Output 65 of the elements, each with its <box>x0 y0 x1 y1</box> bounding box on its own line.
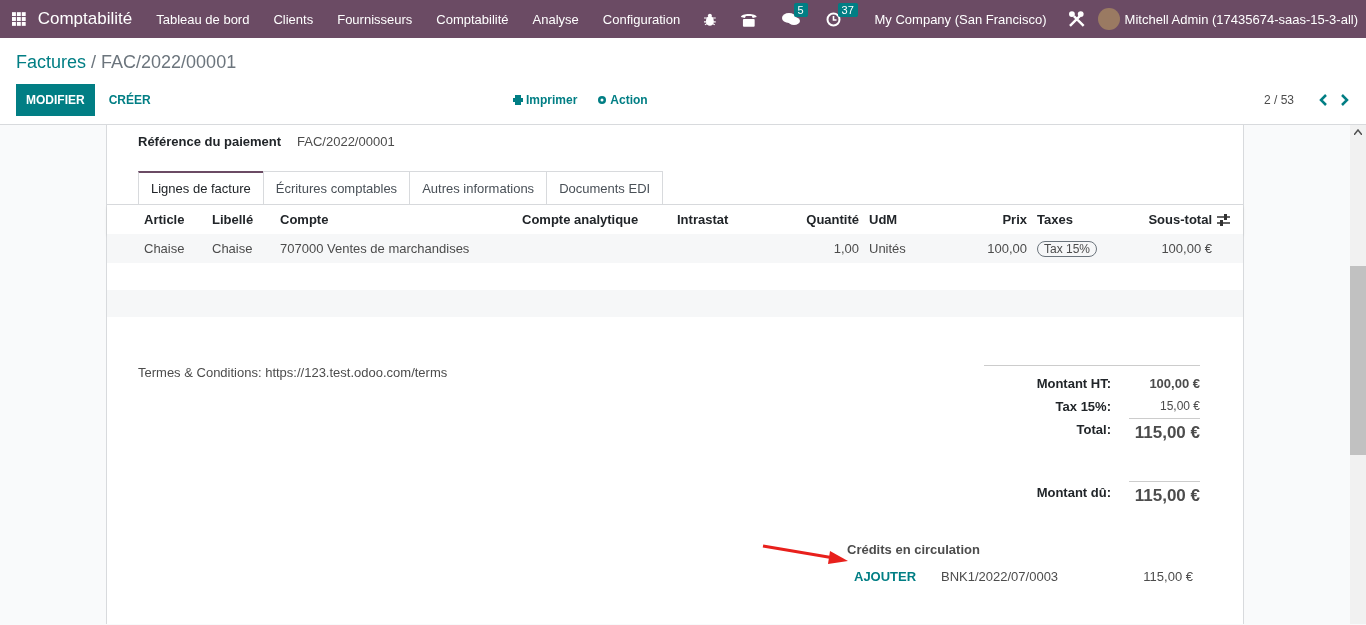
total-label: Tax 15%: <box>1054 398 1111 416</box>
edit-button[interactable]: MODIFIER <box>16 84 95 116</box>
field-label: Référence du paiement <box>138 134 282 151</box>
phone-icon[interactable] <box>739 11 758 27</box>
table-cell: Unités <box>869 241 906 256</box>
terms-text: Termes & Conditions: https://123.test.odoo.com/terms <box>138 365 449 382</box>
table-cell: 100,00 <box>987 241 1027 256</box>
previous-chevron-icon[interactable] <box>1318 94 1328 106</box>
gear-action-button[interactable]: Action <box>597 93 648 107</box>
total-amount: 100,00 € <box>1148 375 1200 393</box>
gear-icon <box>597 95 608 105</box>
user-menu[interactable]: Mitchell Admin (17435674-saas-15-3-all) <box>1124 11 1358 27</box>
column-header[interactable]: Sous-total <box>1112 205 1217 234</box>
next-chevron-icon[interactable] <box>1340 94 1350 106</box>
total-amount: 115,00 € <box>1129 418 1200 447</box>
menu-item[interactable]: Tableau de bord <box>144 11 262 27</box>
pager-counter: 2 / 53 <box>1263 93 1294 107</box>
total-amount: 15,00 € <box>1158 398 1200 415</box>
breadcrumb-link[interactable]: Factures <box>16 52 87 72</box>
breadcrumb-separator: / <box>91 52 97 72</box>
column-header[interactable]: Libellé <box>207 205 275 234</box>
column-header[interactable]: Article <box>139 205 207 234</box>
create-button[interactable]: CRÉER <box>98 84 161 116</box>
tab[interactable]: Documents EDI <box>546 171 664 204</box>
menu-item[interactable]: Configuration <box>590 11 693 27</box>
section-title: Crédits en circulation <box>847 542 981 557</box>
menu-item[interactable]: Analyse <box>520 11 591 27</box>
menu-item[interactable]: Fournisseurs <box>325 11 425 27</box>
column-header[interactable]: UdM <box>864 205 942 234</box>
column-header[interactable]: Intrastat <box>672 205 752 234</box>
column-header[interactable]: Compte analytique <box>517 205 672 234</box>
total-amount: 115,00 € <box>1129 481 1200 510</box>
scrollbar[interactable] <box>1350 125 1366 624</box>
print-action-button[interactable]: Imprimer <box>513 93 578 107</box>
menu-item[interactable]: Comptabilité <box>424 11 521 27</box>
clock-icon[interactable] <box>825 11 841 27</box>
table-cell: 100,00 € <box>1161 241 1212 256</box>
printer-icon <box>513 95 523 105</box>
menu-item[interactable]: Clients <box>261 11 326 27</box>
column-header[interactable]: Prix <box>942 205 1032 234</box>
table-cell: Chaise <box>212 241 253 256</box>
tab[interactable]: Lignes de facture <box>138 171 264 204</box>
total-label: Total: <box>1075 421 1111 439</box>
column-header[interactable]: Compte <box>275 205 517 234</box>
table-cell: 707000 Ventes de marchandises <box>280 241 470 256</box>
bug-icon[interactable] <box>704 12 716 26</box>
credit-amount: 115,00 € <box>1142 569 1193 584</box>
field-value: FAC/2022/00001 <box>297 134 395 151</box>
column-header[interactable]: Quantité <box>752 205 864 234</box>
apps-grid-icon[interactable] <box>12 12 26 26</box>
column-settings-icon[interactable] <box>1217 213 1230 226</box>
tools-icon[interactable] <box>1068 10 1087 28</box>
table-cell: Chaise <box>144 241 185 256</box>
chat-icon[interactable] <box>781 12 800 26</box>
breadcrumb-current: FAC/2022/00001 <box>101 52 237 72</box>
total-label: Montant HT: <box>1035 375 1111 393</box>
message-count-badge: 5 <box>793 3 808 17</box>
company-switcher[interactable]: My Company (San Francisco) <box>874 11 1047 27</box>
app-name: Comptabilité <box>37 9 133 29</box>
column-header[interactable]: Taxes <box>1032 205 1112 234</box>
table-cell: 1,00 <box>833 241 859 256</box>
total-label: Montant dû: <box>1035 484 1111 502</box>
activity-count-badge: 37 <box>837 2 858 17</box>
add-link[interactable]: AJOUTER <box>847 569 941 584</box>
credit-reference: BNK1/2022/07/0003 <box>941 569 1060 584</box>
